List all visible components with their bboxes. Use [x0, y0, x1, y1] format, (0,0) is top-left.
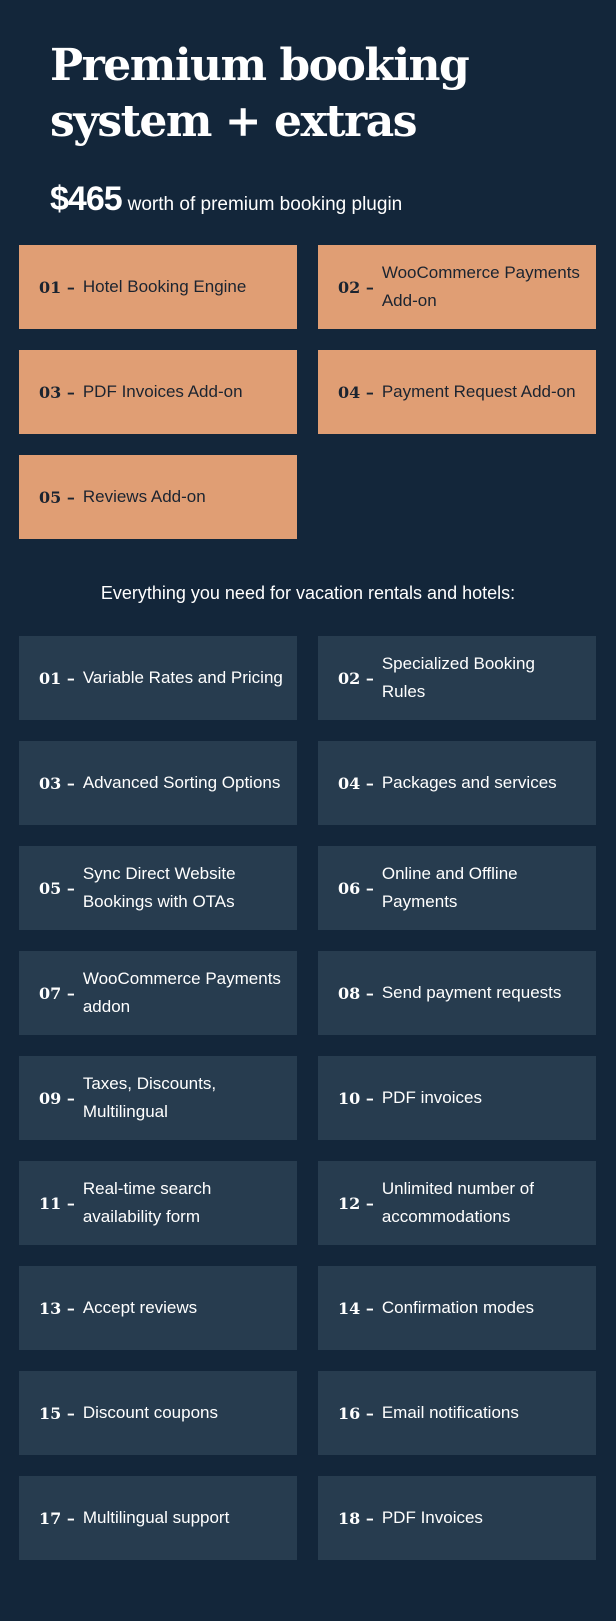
- addon-item: 04 – Payment Request Add-on: [318, 350, 596, 434]
- feature-item: 15 – Discount coupons: [19, 1371, 297, 1455]
- feature-item: 05 – Sync Direct Website Bookings with O…: [19, 846, 297, 930]
- feature-label: PDF Invoices: [381, 1508, 483, 1527]
- feature-item: 10 – PDF invoices: [318, 1056, 596, 1140]
- title-line-1: Premium booking: [50, 40, 470, 91]
- feature-item: 18 – PDF Invoices: [318, 1476, 596, 1560]
- page-title: Premium booking system + extras: [50, 38, 470, 150]
- feature-number: 04 –: [338, 773, 374, 793]
- features-heading: Everything you need for vacation rentals…: [100, 583, 516, 603]
- feature-label: Packages and services: [381, 773, 557, 792]
- feature-number: 03 –: [39, 773, 75, 793]
- price-note: worth of premium booking plugin: [127, 194, 403, 215]
- addon-number: 03 –: [39, 382, 75, 402]
- feature-number: 01 –: [39, 668, 75, 688]
- addon-label: Reviews Add-on: [82, 487, 206, 506]
- price-value: $465: [50, 180, 123, 218]
- feature-number: 16 –: [338, 1403, 374, 1423]
- feature-number: 05 –: [39, 878, 75, 898]
- addon-item: 02 – WooCommerce Payments Add-on: [318, 245, 596, 329]
- feature-number: 14 –: [338, 1298, 374, 1318]
- addon-item: 03 – PDF Invoices Add-on: [19, 350, 297, 434]
- feature-item: 17 – Multilingual support: [19, 1476, 297, 1560]
- addon-number: 04 –: [338, 382, 374, 402]
- addon-label: WooCommerce Payments Add-on: [381, 263, 580, 310]
- feature-label: Taxes, Discounts, Multilingual: [82, 1074, 217, 1121]
- feature-item: 04 – Packages and services: [318, 741, 596, 825]
- feature-label: Unlimited number of accommodations: [381, 1179, 534, 1226]
- feature-item: 06 – Online and Offline Payments: [318, 846, 596, 930]
- title-line-2: system + extras: [50, 96, 418, 147]
- feature-number: 10 –: [338, 1088, 374, 1108]
- feature-item: 01 – Variable Rates and Pricing: [19, 636, 297, 720]
- feature-label: Email notifications: [381, 1403, 519, 1422]
- addon-label: PDF Invoices Add-on: [82, 382, 243, 401]
- feature-number: 07 –: [39, 983, 75, 1003]
- feature-label: Variable Rates and Pricing: [82, 668, 283, 687]
- feature-label: Sync Direct Website Bookings with OTAs: [82, 864, 236, 911]
- feature-item: 12 – Unlimited number of accommodations: [318, 1161, 596, 1245]
- feature-item: 16 – Email notifications: [318, 1371, 596, 1455]
- feature-item: 14 – Confirmation modes: [318, 1266, 596, 1350]
- feature-label: Send payment requests: [381, 983, 562, 1002]
- price-line: $465 worth of premium booking plugin: [50, 180, 402, 219]
- feature-number: 15 –: [39, 1403, 75, 1423]
- addon-label: Hotel Booking Engine: [82, 277, 247, 296]
- feature-item: 07 – WooCommerce Payments addon: [19, 951, 297, 1035]
- feature-item: 13 – Accept reviews: [19, 1266, 297, 1350]
- feature-label: Online and Offline Payments: [381, 864, 518, 911]
- feature-item: 03 – Advanced Sorting Options: [19, 741, 297, 825]
- addon-item: 01 – Hotel Booking Engine: [19, 245, 297, 329]
- feature-label: Specialized Booking Rules: [381, 654, 535, 701]
- feature-number: 18 –: [338, 1508, 374, 1528]
- addon-number: 02 –: [338, 277, 374, 297]
- feature-item: 02 – Specialized Booking Rules: [318, 636, 596, 720]
- feature-number: 09 –: [39, 1088, 75, 1108]
- feature-number: 17 –: [39, 1508, 75, 1528]
- feature-label: Accept reviews: [82, 1298, 198, 1317]
- feature-label: Advanced Sorting Options: [82, 773, 281, 792]
- feature-number: 08 –: [338, 983, 374, 1003]
- addon-number: 05 –: [39, 487, 75, 507]
- feature-label: Discount coupons: [82, 1403, 218, 1422]
- feature-label: WooCommerce Payments addon: [82, 969, 281, 1016]
- feature-number: 06 –: [338, 878, 374, 898]
- feature-number: 02 –: [338, 668, 374, 688]
- feature-label: Real-time search availability form: [82, 1179, 212, 1226]
- feature-item: 09 – Taxes, Discounts, Multilingual: [19, 1056, 297, 1140]
- addon-label: Payment Request Add-on: [381, 382, 576, 401]
- feature-number: 12 –: [338, 1193, 374, 1213]
- feature-label: Confirmation modes: [381, 1298, 534, 1317]
- feature-number: 11 –: [39, 1193, 75, 1213]
- feature-label: PDF invoices: [381, 1088, 482, 1107]
- feature-item: 11 – Real-time search availability form: [19, 1161, 297, 1245]
- addon-item: 05 – Reviews Add-on: [19, 455, 297, 539]
- feature-item: 08 – Send payment requests: [318, 951, 596, 1035]
- feature-number: 13 –: [39, 1298, 75, 1318]
- addon-number: 01 –: [39, 277, 75, 297]
- feature-label: Multilingual support: [82, 1508, 230, 1527]
